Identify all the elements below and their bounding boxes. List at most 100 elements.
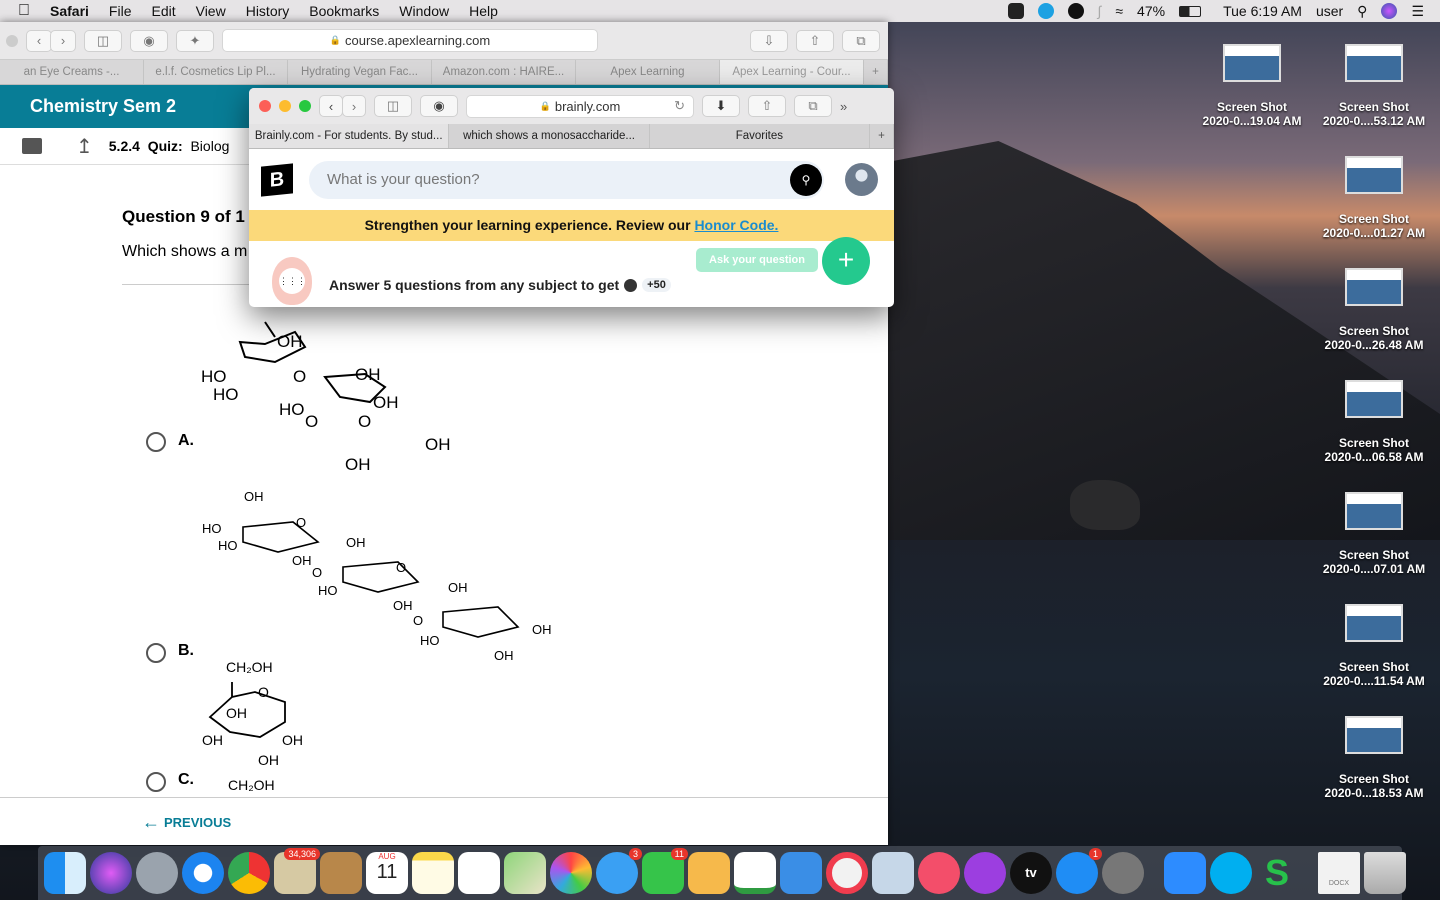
notes-icon[interactable]	[412, 852, 454, 894]
option-b-label[interactable]: B.	[178, 642, 194, 660]
system-preferences-icon[interactable]	[1102, 852, 1144, 894]
briefcase-icon[interactable]	[22, 138, 42, 154]
menu-view[interactable]: View	[186, 3, 236, 19]
podcasts-icon[interactable]	[964, 852, 1006, 894]
menu-app-safari[interactable]: Safari	[40, 3, 99, 19]
address-bar[interactable]: 🔒 course.apexlearning.com	[222, 29, 598, 52]
tab-active[interactable]: Brainly.com - For students. By stud...	[249, 124, 450, 148]
docx-file-icon[interactable]: DOCX	[1318, 852, 1360, 894]
numbers-icon[interactable]	[734, 852, 776, 894]
search-icon[interactable]: ⚲	[790, 164, 822, 196]
wifi-icon[interactable]: ≈	[1115, 3, 1123, 19]
option-c-label[interactable]: C.	[178, 771, 194, 789]
safari-icon[interactable]	[182, 852, 224, 894]
previous-button[interactable]: ← PREVIOUS	[142, 812, 231, 833]
address-bar[interactable]: 🔒 brainly.com ↻	[466, 94, 694, 118]
question-search-bar[interactable]: What is your question? ⚲	[309, 161, 824, 199]
desktop-file[interactable]: Screen Shot 2020-0....07.01 AM	[1314, 492, 1434, 576]
apple-icon[interactable]: 	[0, 2, 40, 20]
desktop-file[interactable]: Screen Shot 2020-0....01.27 AM	[1314, 156, 1434, 240]
tab[interactable]: an Eye Creams -...	[0, 60, 144, 84]
ask-question-button[interactable]: Ask your question	[696, 248, 818, 272]
spotlight-search-icon[interactable]: ⚲	[1357, 3, 1367, 20]
battery-percent[interactable]: 47%	[1137, 3, 1165, 19]
news-icon[interactable]	[826, 852, 868, 894]
back-button[interactable]: ‹	[319, 95, 343, 117]
minimize-button[interactable]	[279, 100, 291, 112]
tab-active[interactable]: Apex Learning - Cour...	[720, 60, 864, 84]
messages-icon[interactable]: 3	[596, 848, 642, 894]
battery-icon[interactable]	[1179, 5, 1202, 17]
siri-icon[interactable]	[1381, 3, 1398, 19]
siri-icon[interactable]	[90, 852, 132, 894]
menu-edit[interactable]: Edit	[141, 3, 185, 19]
keynote-icon[interactable]	[780, 852, 822, 894]
skype-icon[interactable]	[1210, 852, 1252, 894]
share-button[interactable]: ⇧	[748, 95, 786, 117]
option-a-label[interactable]: A.	[178, 432, 194, 450]
tabs-button[interactable]: ⧉	[842, 29, 880, 52]
grammarly-button[interactable]: ◉	[420, 95, 458, 117]
share-button[interactable]: ⇧	[796, 29, 834, 52]
menu-bookmarks[interactable]: Bookmarks	[299, 3, 389, 19]
chrome-icon[interactable]	[228, 852, 270, 894]
launchpad-icon[interactable]	[136, 852, 178, 894]
option-c-radio[interactable]	[146, 772, 166, 792]
tv-icon[interactable]: tv	[1010, 852, 1052, 894]
pages-icon[interactable]	[688, 852, 730, 894]
user-menu[interactable]: user	[1316, 3, 1343, 19]
tab[interactable]: e.l.f. Cosmetics Lip Pl...	[144, 60, 288, 84]
desktop-file[interactable]: Screen Shot 2020-0...19.04 AM	[1192, 44, 1312, 128]
preview-icon[interactable]	[872, 852, 914, 894]
tabs-button[interactable]: ⧉	[794, 95, 832, 117]
notification-center-icon[interactable]: ☰	[1411, 3, 1424, 20]
app-store-icon[interactable]: 1	[1056, 848, 1102, 894]
reminders-icon[interactable]	[458, 852, 500, 894]
up-arrow-icon[interactable]: ↥	[76, 134, 93, 159]
more-icon[interactable]: »	[840, 99, 847, 114]
tab[interactable]: which shows a monosaccharide...	[449, 124, 650, 148]
reload-icon[interactable]: ↻	[674, 98, 685, 114]
back-button[interactable]: ‹	[26, 29, 52, 52]
green-s-app-icon[interactable]: S	[1256, 852, 1298, 894]
contacts-icon[interactable]	[320, 852, 362, 894]
tab[interactable]: Hydrating Vegan Fac...	[288, 60, 432, 84]
downloads-button[interactable]: ⬇	[702, 95, 740, 117]
photos-icon[interactable]	[550, 852, 592, 894]
option-a-radio[interactable]	[146, 432, 166, 452]
grammarly-button[interactable]: ◉	[130, 29, 168, 52]
tab-favorites[interactable]: Favorites	[650, 124, 871, 148]
forward-button[interactable]: ›	[50, 29, 76, 52]
tab[interactable]: Apex Learning	[576, 60, 720, 84]
clock[interactable]: Tue 6:19 AM	[1223, 3, 1302, 19]
maps-icon[interactable]	[504, 852, 546, 894]
menu-history[interactable]: History	[236, 3, 300, 19]
desktop-file[interactable]: Screen Shot 2020-0...18.53 AM	[1314, 716, 1434, 800]
zoom-icon[interactable]	[1164, 852, 1206, 894]
desktop-file[interactable]: Screen Shot 2020-0....11.54 AM	[1314, 604, 1434, 688]
finder-icon[interactable]	[44, 852, 86, 894]
new-tab-button[interactable]: +	[864, 60, 888, 84]
calendar-icon[interactable]: AUG 11	[366, 852, 408, 894]
zoom-status-icon[interactable]	[1007, 3, 1024, 19]
maximize-button[interactable]	[299, 100, 311, 112]
bluetooth-icon[interactable]: ∫	[1098, 3, 1102, 19]
search-input[interactable]: What is your question?	[327, 171, 480, 188]
downloads-button[interactable]: ⇩	[750, 29, 788, 52]
music-icon[interactable]	[918, 852, 960, 894]
menu-help[interactable]: Help	[459, 3, 508, 19]
add-question-button[interactable]: +	[822, 237, 870, 285]
option-b-radio[interactable]	[146, 643, 166, 663]
mail-icon[interactable]: 34,306	[274, 848, 320, 894]
sidebar-button[interactable]: ◫	[84, 29, 122, 52]
sidebar-button[interactable]: ◫	[374, 95, 412, 117]
app-status-icon[interactable]	[1067, 3, 1084, 19]
extension-button[interactable]: ✦	[176, 29, 214, 52]
new-tab-button[interactable]: +	[870, 124, 894, 148]
facetime-icon[interactable]: 11	[642, 848, 688, 894]
user-avatar-icon[interactable]	[845, 163, 878, 196]
desktop-file[interactable]: Screen Shot 2020-0...26.48 AM	[1314, 268, 1434, 352]
menu-window[interactable]: Window	[389, 3, 459, 19]
brainly-logo[interactable]: B	[261, 163, 293, 197]
honor-code-link[interactable]: Honor Code.	[694, 217, 778, 233]
